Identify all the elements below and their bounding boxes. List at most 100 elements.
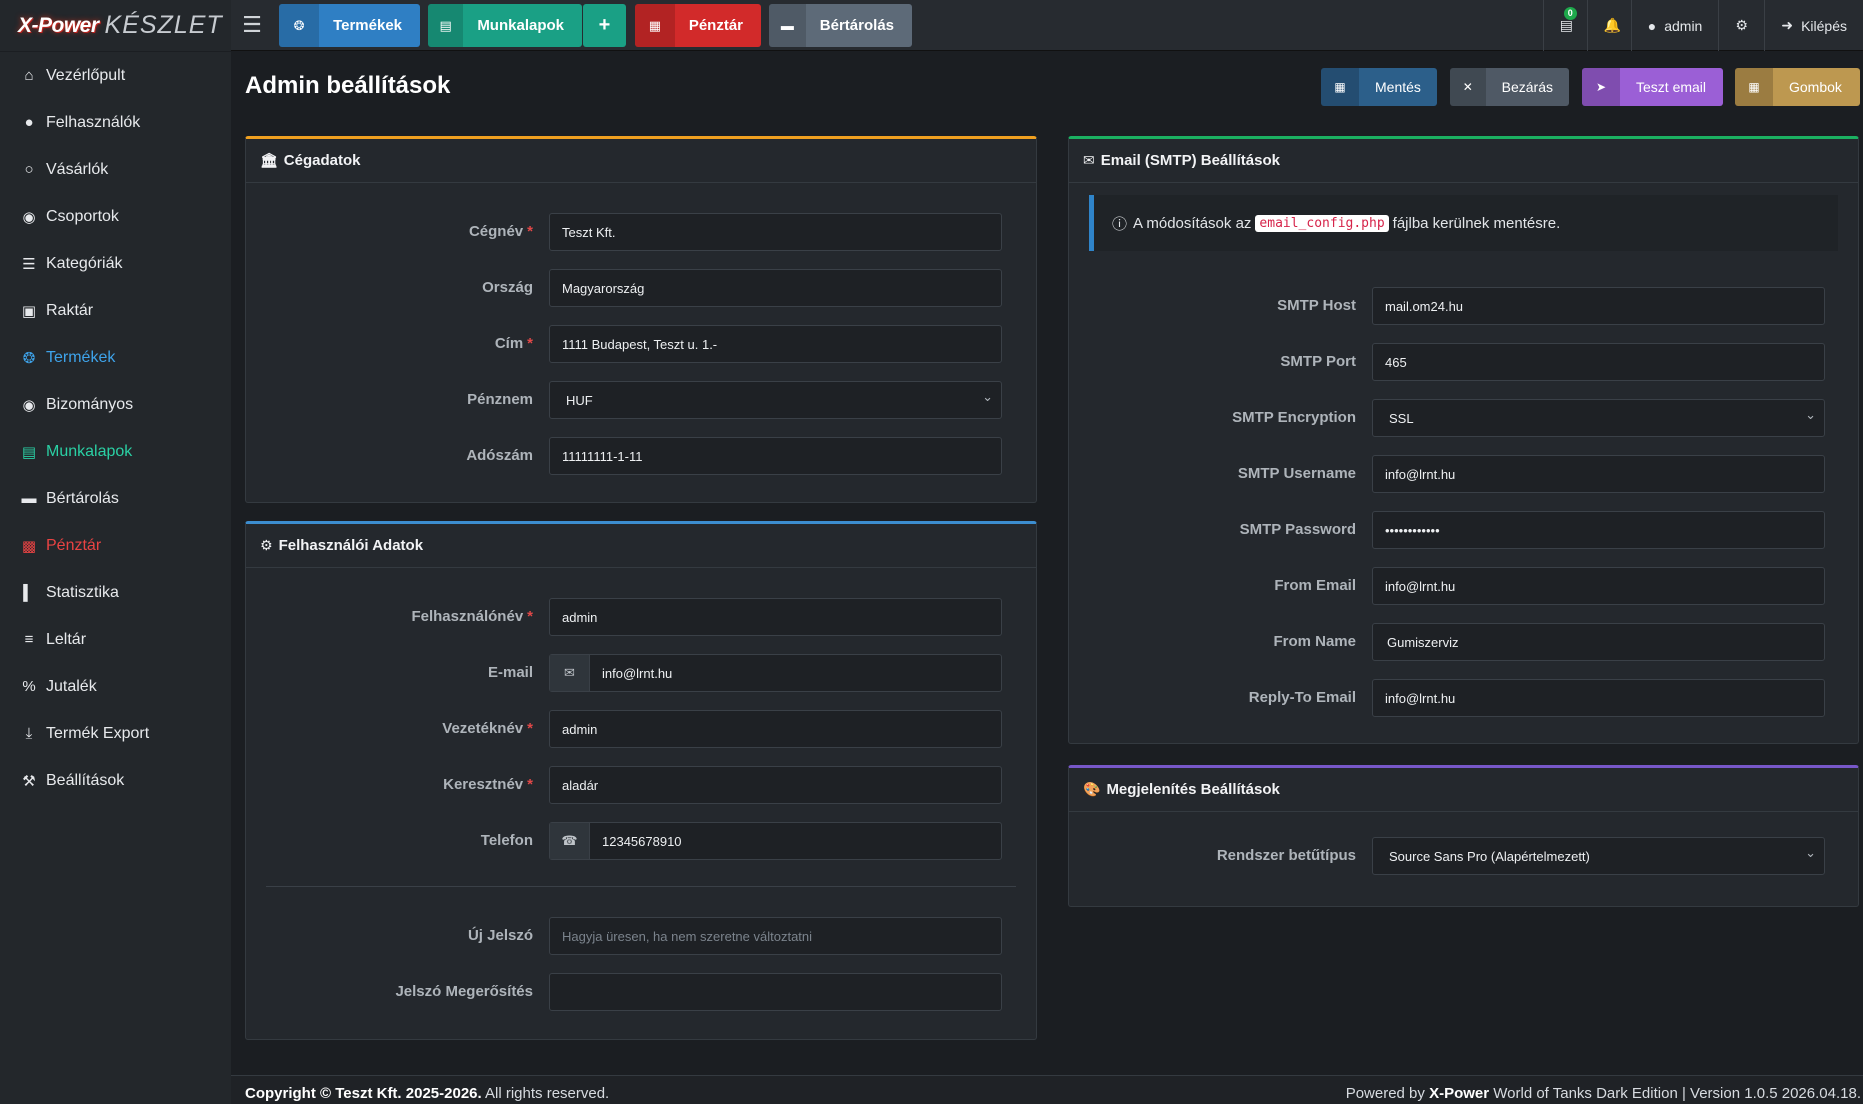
palette-icon: 🎨 xyxy=(1083,781,1101,797)
sidebar-item-label: Vezérlőpult xyxy=(46,66,126,84)
sidebar-item-label: Statisztika xyxy=(46,583,119,601)
footer-copyright: Copyright © Teszt Kft. 2025-2026. All ri… xyxy=(245,1085,609,1102)
smtp-host-input[interactable]: mail.om24.hu xyxy=(1372,287,1825,325)
sidebar-item-beallitasok[interactable]: ⚒ Beállítások xyxy=(0,757,231,804)
footer-rights-text: All rights reserved. xyxy=(485,1085,610,1102)
envelope-icon: ✉ xyxy=(550,655,590,691)
confirm-password-input[interactable] xyxy=(549,973,1002,1011)
tire-icon: ❂ xyxy=(22,349,36,367)
smtp-info-alert: ⓘ A módosítások az email_config.php fájl… xyxy=(1089,195,1838,251)
chart-icon: ▍ xyxy=(23,584,35,602)
smtp-port-label: SMTP Port xyxy=(1280,353,1356,370)
country-input[interactable]: Magyarország xyxy=(549,269,1002,307)
from-name-input[interactable]: Gumiszerviz xyxy=(1372,623,1825,661)
smtp-password-input[interactable]: •••••••••••• xyxy=(1372,511,1825,549)
close-button[interactable]: ✕ Bezárás xyxy=(1450,68,1569,106)
menu-toggle-icon[interactable]: ☰ xyxy=(240,13,264,37)
sidebar-item-label: Termékek xyxy=(46,348,116,366)
sidebar-item-bertarolas[interactable]: ▬ Bértárolás xyxy=(0,475,231,522)
logout-icon: ➜ xyxy=(1781,17,1794,33)
sidebar-item-csoportok[interactable]: ◉ Csoportok xyxy=(0,193,231,240)
sidebar-item-label: Raktár xyxy=(46,301,94,319)
calculator-icon: ▦ xyxy=(635,4,675,47)
sidebar-item-vasarlok[interactable]: ○ Vásárlók xyxy=(0,146,231,193)
address-label: Cím * xyxy=(494,335,533,352)
tax-number-input[interactable]: 11111111-1-11 xyxy=(549,437,1002,475)
currency-select[interactable]: HUF xyxy=(549,381,1002,419)
sidebar-item-bizomanyos[interactable]: ◉ Bizományos xyxy=(0,381,231,428)
from-email-label: From Email xyxy=(1274,577,1356,594)
sidebar-item-termek-export[interactable]: ⤓ Termék Export xyxy=(0,710,231,757)
smtp-username-input[interactable]: info@lrnt.hu xyxy=(1372,455,1825,493)
username-label: Felhasználónév * xyxy=(411,608,533,625)
settings-button[interactable]: ⚙ xyxy=(1718,0,1764,51)
appearance-card-header: 🎨 Megjelenítés Beállítások xyxy=(1069,768,1858,812)
notifications-button[interactable]: 🔔 xyxy=(1586,0,1631,51)
company-card-header: 🏛 Cégadatok xyxy=(246,139,1036,183)
lastname-input[interactable]: admin xyxy=(549,710,1002,748)
user-icon: ● xyxy=(1647,17,1657,34)
nav-new-worksheet-button[interactable]: + xyxy=(583,4,626,47)
sidebar-item-label: Termék Export xyxy=(46,724,150,742)
lastname-label: Vezetéknév * xyxy=(442,720,533,737)
plus-icon: + xyxy=(598,14,611,36)
currency-select-value: HUF xyxy=(566,392,593,408)
company-name-input[interactable]: Teszt Kft. xyxy=(549,213,1002,251)
brand-logo-mark: X-Power xyxy=(18,13,99,37)
sidebar-item-vezerlopult[interactable]: ⌂ Vezérlőpult xyxy=(0,52,231,99)
sidebar-item-penztar[interactable]: ▩ Pénztár xyxy=(0,522,231,569)
firstname-input[interactable]: aladár xyxy=(549,766,1002,804)
user-menu[interactable]: ● admin xyxy=(1630,0,1719,51)
sidebar-item-label: Pénztár xyxy=(46,536,102,554)
from-email-input[interactable]: info@lrnt.hu xyxy=(1372,567,1825,605)
sidebar-item-termekek[interactable]: ❂ Termékek xyxy=(0,334,231,381)
company-name-label: Cégnév * xyxy=(468,223,533,240)
documents-button[interactable]: ▤ 0 xyxy=(1542,0,1587,51)
smtp-encryption-label: SMTP Encryption xyxy=(1232,409,1356,426)
sidebar-item-statisztika[interactable]: ▍ Statisztika xyxy=(0,569,231,616)
phone-label: Telefon xyxy=(480,832,533,849)
sidebar-item-munkalapok[interactable]: ▤ Munkalapok xyxy=(0,428,231,475)
sidebar-item-leltar[interactable]: ≡ Leltár xyxy=(0,616,231,663)
buttons-settings-button[interactable]: ▦ Gombok xyxy=(1735,68,1860,106)
footer-powered-pre: Powered by xyxy=(1345,1085,1425,1102)
footer-powered-brand[interactable]: X-Power xyxy=(1429,1085,1489,1102)
close-icon: ✕ xyxy=(1450,68,1486,106)
email-field[interactable]: ✉ info@lrnt.hu xyxy=(549,654,1002,692)
nav-termekek-button[interactable]: ❂ Termékek xyxy=(279,4,420,47)
logout-button[interactable]: ➜ Kilépés xyxy=(1764,0,1863,51)
footer-copyright-text: Copyright © Teszt Kft. 2025-2026. xyxy=(245,1085,482,1102)
save-button[interactable]: ▦ Mentés xyxy=(1321,68,1437,106)
bank-icon: 🏛 xyxy=(260,152,278,168)
brand-logo[interactable]: X-Power KÉSZLET xyxy=(0,0,231,51)
sidebar-item-label: Csoportok xyxy=(46,207,119,225)
close-button-label: Bezárás xyxy=(1501,79,1553,95)
phone-field[interactable]: ☎ 12345678910 xyxy=(549,822,1002,860)
layers-icon: ☰ xyxy=(22,255,36,273)
nav-penztar-button[interactable]: ▦ Pénztár xyxy=(635,4,761,47)
sidebar-item-jutalek[interactable]: % Jutalék xyxy=(0,663,231,710)
system-font-select[interactable]: Source Sans Pro (Alapértelmezett) xyxy=(1372,837,1825,875)
sidebar-item-felhasznalok[interactable]: ● Felhasználók xyxy=(0,99,231,146)
sidebar-item-label: Beállítások xyxy=(46,771,125,789)
reply-to-input[interactable]: info@lrnt.hu xyxy=(1372,679,1825,717)
user-card: ⚙ Felhasználói Adatok Felhasználónév * ad… xyxy=(245,521,1037,1040)
email-value: info@lrnt.hu xyxy=(602,665,673,681)
page-title: Admin beállítások xyxy=(245,72,451,99)
smtp-encryption-select[interactable]: SSL xyxy=(1372,399,1825,437)
username-input[interactable]: admin xyxy=(549,598,1002,636)
address-input[interactable]: 1111 Budapest, Teszt u. 1.- xyxy=(549,325,1002,363)
sidebar-item-label: Leltár xyxy=(46,630,87,648)
smtp-card: ✉ Email (SMTP) Beállítások ⓘ A módosítás… xyxy=(1068,136,1859,744)
nav-bertarolas-button[interactable]: ▬ Bértárolás xyxy=(769,4,912,47)
nav-penztar-label: Pénztár xyxy=(688,17,743,34)
envelope-open-icon: ✉ xyxy=(1083,152,1095,168)
confirm-password-label: Jelszó Megerősítés xyxy=(395,983,533,1000)
test-email-button[interactable]: ➤ Teszt email xyxy=(1582,68,1723,106)
nav-munkalapok-button[interactable]: ▤ Munkalapok xyxy=(428,4,582,47)
smtp-port-input[interactable]: 465 xyxy=(1372,343,1825,381)
new-password-input[interactable]: Hagyja üresen, ha nem szeretne változtat… xyxy=(549,917,1002,955)
sidebar-item-raktar[interactable]: ▣ Raktár xyxy=(0,287,231,334)
sidebar-item-kategoriak[interactable]: ☰ Kategóriák xyxy=(0,240,231,287)
top-navbar: X-Power KÉSZLET ☰ ❂ Termékek ▤ Munkalapo… xyxy=(0,0,1863,51)
